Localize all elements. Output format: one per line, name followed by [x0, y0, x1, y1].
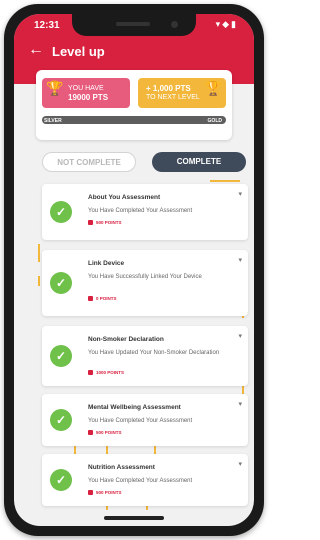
path-segment — [38, 276, 40, 286]
check-icon: ✓ — [50, 409, 72, 431]
points-icon — [88, 296, 93, 302]
complete-toggle[interactable]: COMPLETE — [152, 152, 246, 172]
points-icon — [88, 490, 93, 496]
chevron-down-icon[interactable]: ▾ — [238, 256, 242, 264]
task-description: You Have Completed Your Assessment — [88, 418, 193, 424]
current-points-box: 🏆 YOU HAVE 19000 PTS — [42, 78, 130, 108]
task-title: Link Device — [88, 260, 125, 267]
task-points-value: 500 POINTS — [96, 220, 122, 225]
next-level-box: 🏆 + 1,000 PTS TO NEXT LEVEL — [138, 78, 226, 108]
current-points-value: 19000 PTS — [68, 93, 109, 102]
task-title: Non-Smoker Declaration — [88, 336, 164, 343]
task-points-value: 500 POINTS — [96, 490, 122, 495]
task-card[interactable]: ✓ Non-Smoker Declaration You Have Update… — [42, 326, 248, 386]
screen: 12:31 ▾◆▮ ← Level up 🏆 YOU HAVE 19000 PT… — [14, 14, 254, 526]
gold-trophy-icon: 🏆 — [204, 80, 222, 96]
back-arrow-icon[interactable]: ← — [28, 42, 44, 58]
level-progress-bar — [42, 116, 226, 124]
task-card[interactable]: ✓ About You Assessment You Have Complete… — [42, 184, 248, 240]
notch — [72, 14, 196, 36]
task-points-value: 1000 POINTS — [96, 370, 125, 375]
home-indicator[interactable] — [104, 516, 164, 520]
task-card[interactable]: ✓ Mental Wellbeing Assessment You Have C… — [42, 394, 248, 446]
status-time: 12:31 — [34, 20, 60, 31]
chevron-down-icon[interactable]: ▾ — [238, 400, 242, 408]
task-points: 0 POINTS — [88, 296, 117, 302]
level-to-label: GOLD — [207, 118, 222, 124]
task-points-value: 0 POINTS — [96, 296, 117, 301]
check-icon: ✓ — [50, 469, 72, 491]
task-title: Nutrition Assessment — [88, 464, 155, 471]
chevron-down-icon[interactable]: ▾ — [238, 460, 242, 468]
task-description: You Have Successfully Linked Your Device — [88, 274, 202, 280]
task-description: You Have Completed Your Assessment — [88, 478, 193, 484]
path-segment — [210, 180, 240, 182]
check-icon: ✓ — [50, 345, 72, 367]
task-points: 500 POINTS — [88, 430, 122, 436]
task-description: You Have Completed Your Assessment — [88, 208, 193, 214]
phone-frame: 12:31 ▾◆▮ ← Level up 🏆 YOU HAVE 19000 PT… — [4, 4, 264, 536]
path-segment — [38, 244, 40, 262]
task-points: 500 POINTS — [88, 220, 122, 226]
task-points: 1000 POINTS — [88, 370, 125, 376]
not-complete-toggle[interactable]: NOT COMPLETE — [42, 152, 136, 172]
level-from-label: SILVER — [44, 118, 62, 124]
task-description: You Have Updated Your Non-Smoker Declara… — [88, 350, 220, 356]
task-title: Mental Wellbeing Assessment — [88, 404, 181, 411]
check-icon: ✓ — [50, 201, 72, 223]
task-card[interactable]: ✓ Nutrition Assessment You Have Complete… — [42, 454, 248, 506]
task-points: 500 POINTS — [88, 490, 122, 496]
status-icons: ▾◆▮ — [215, 19, 238, 29]
chevron-down-icon[interactable]: ▾ — [238, 190, 242, 198]
points-icon — [88, 370, 93, 376]
task-card[interactable]: ✓ Link Device You Have Successfully Link… — [42, 250, 248, 316]
points-icon — [88, 220, 93, 226]
page-title: Level up — [52, 44, 105, 59]
check-icon: ✓ — [50, 272, 72, 294]
points-icon — [88, 430, 93, 436]
chevron-down-icon[interactable]: ▾ — [238, 332, 242, 340]
task-title: About You Assessment — [88, 194, 161, 201]
current-points-label: YOU HAVE — [68, 85, 104, 92]
points-card: 🏆 YOU HAVE 19000 PTS 🏆 + 1,000 PTS TO NE… — [36, 70, 232, 140]
task-points-value: 500 POINTS — [96, 430, 122, 435]
silver-trophy-icon: 🏆 — [46, 80, 64, 96]
